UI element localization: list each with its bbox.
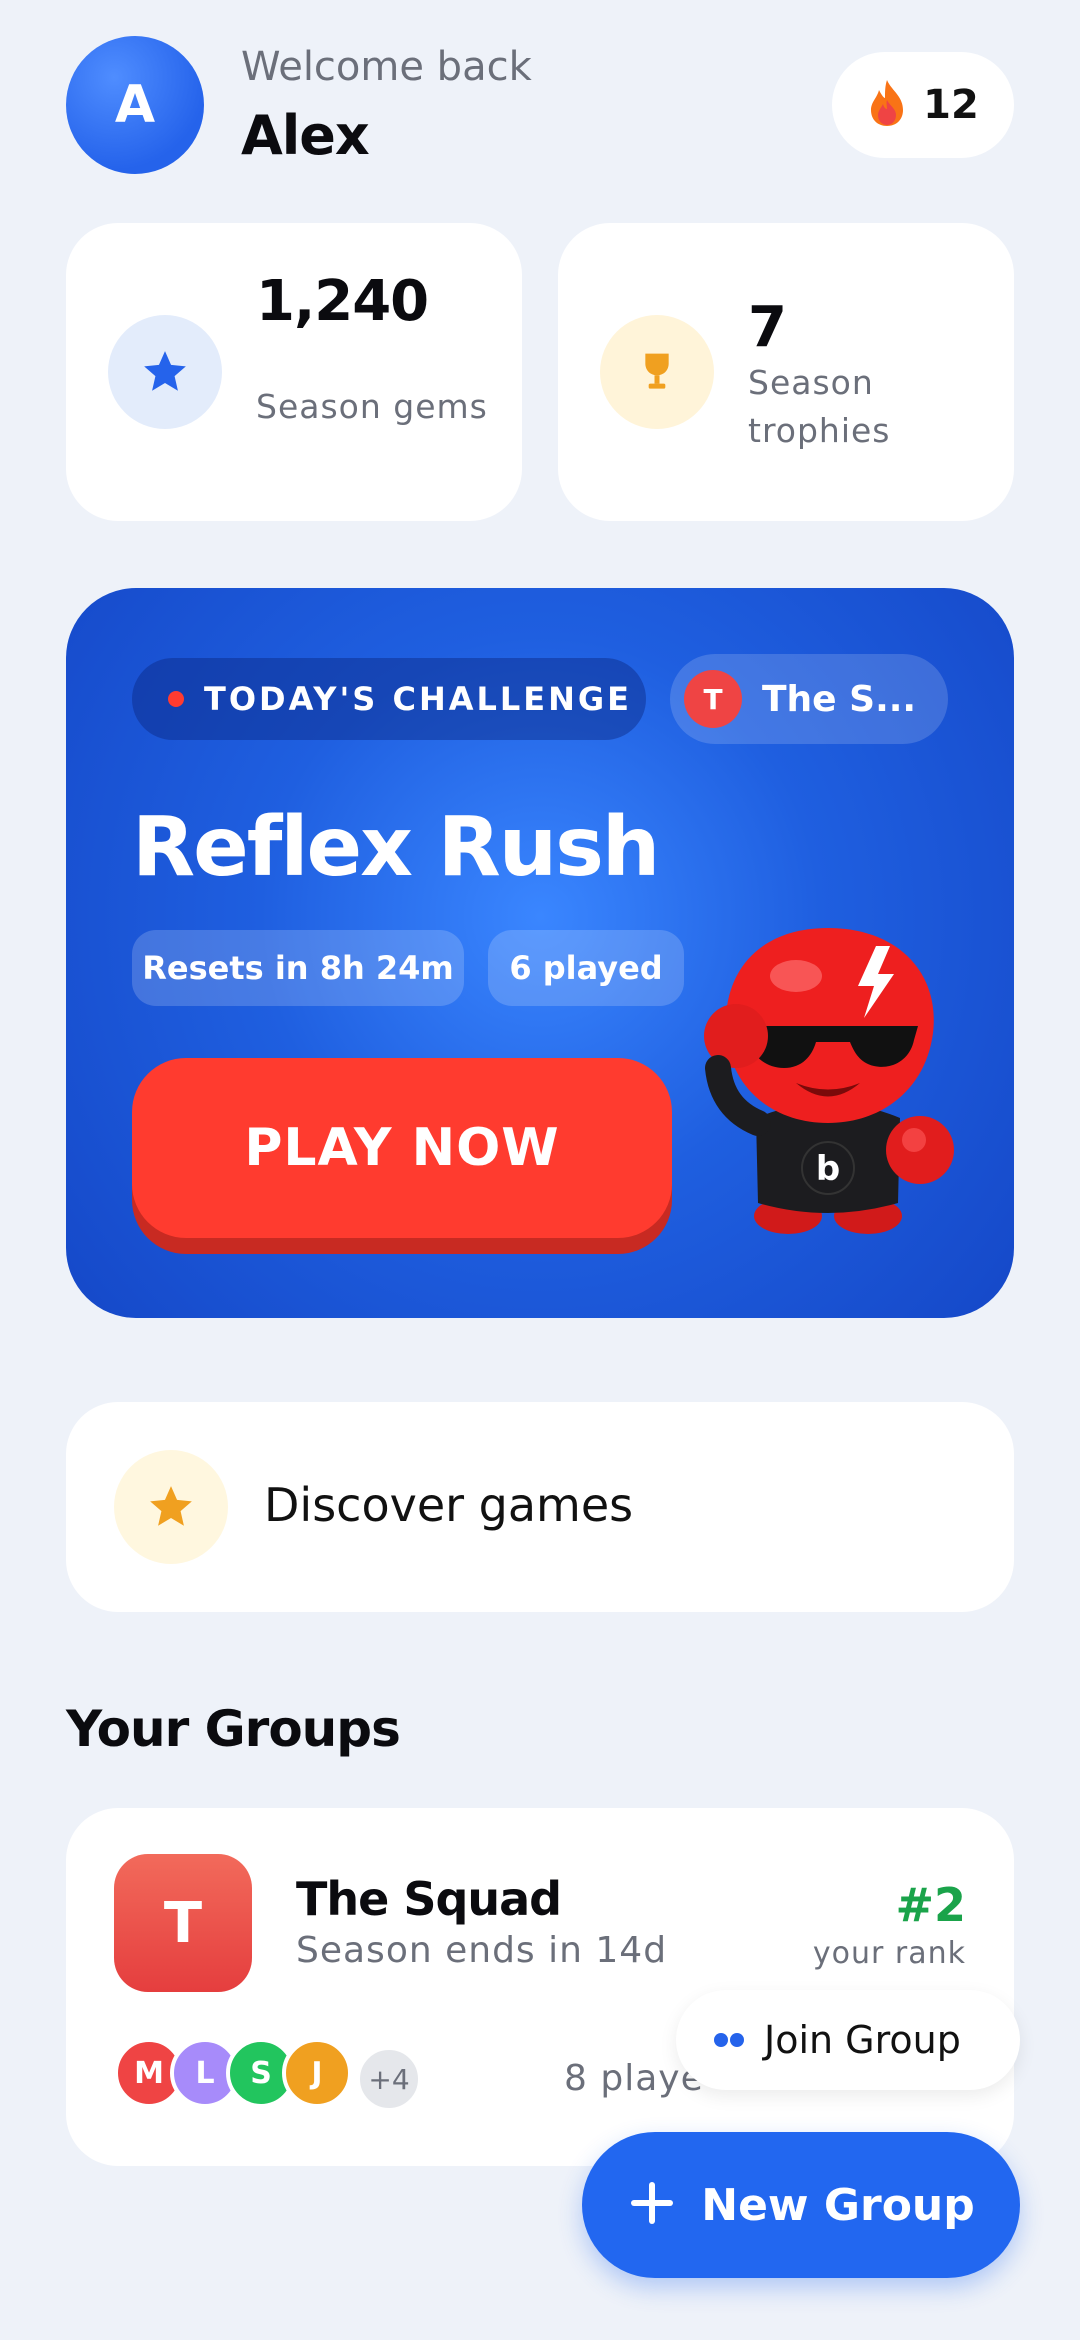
- section-title-your-groups: Your Groups: [66, 1700, 401, 1758]
- new-group-button[interactable]: New Group: [582, 2132, 1020, 2278]
- user-avatar[interactable]: A: [66, 36, 204, 174]
- season-gems-card[interactable]: 1,240 Season gems: [66, 223, 522, 521]
- svg-text:b: b: [816, 1149, 840, 1189]
- group-rank-label: your rank: [812, 1936, 966, 1971]
- game-title: Reflex Rush: [132, 800, 660, 895]
- gems-label: Season gems: [256, 387, 488, 426]
- discover-games-label: Discover games: [264, 1478, 634, 1532]
- join-group-label: Join Group: [764, 2018, 961, 2062]
- new-group-label: New Group: [701, 2179, 975, 2231]
- play-now-button[interactable]: PLAY NOW: [132, 1058, 672, 1238]
- star-icon: [114, 1450, 228, 1564]
- member-overflow-count: +4: [356, 2046, 422, 2112]
- streak-badge[interactable]: 12: [832, 52, 1014, 158]
- played-count-chip: 6 played: [488, 930, 684, 1006]
- member-avatar: J: [282, 2038, 352, 2108]
- challenge-badge: TODAY'S CHALLENGE: [132, 658, 646, 740]
- group-card-the-squad[interactable]: T The Squad Season ends in 14d #2 your r…: [66, 1808, 1014, 2166]
- welcome-text: Welcome back: [241, 44, 532, 90]
- group-mini-avatar: T: [684, 670, 742, 728]
- avatar-initial: A: [114, 75, 156, 135]
- challenge-group-pill[interactable]: T The S...: [670, 654, 948, 744]
- gems-value: 1,240: [256, 269, 429, 334]
- season-trophies-card[interactable]: 7 Season trophies: [558, 223, 1014, 521]
- username: Alex: [241, 104, 370, 167]
- trophy-icon: [600, 315, 714, 429]
- trophies-value: 7: [748, 295, 787, 360]
- challenge-group-name: The S...: [762, 678, 917, 720]
- group-avatar: T: [114, 1854, 252, 1992]
- plus-icon: [627, 2178, 677, 2232]
- reset-timer-chip: Resets in 8h 24m: [132, 930, 464, 1006]
- star-icon: [108, 315, 222, 429]
- challenge-badge-label: TODAY'S CHALLENGE: [204, 680, 633, 718]
- group-rank: #2: [895, 1878, 966, 1932]
- group-name: The Squad: [296, 1872, 562, 1926]
- live-dot-icon: [168, 691, 184, 707]
- mascot-illustration: b: [678, 918, 978, 1238]
- todays-challenge-card[interactable]: TODAY'S CHALLENGE T The S... Reflex Rush…: [66, 588, 1014, 1318]
- join-group-icon: [714, 2033, 744, 2047]
- join-group-button[interactable]: Join Group: [676, 1990, 1020, 2090]
- flame-icon: [867, 78, 907, 132]
- trophies-label: Season trophies: [748, 363, 891, 450]
- group-season-status: Season ends in 14d: [296, 1930, 668, 1971]
- streak-count: 12: [923, 82, 979, 128]
- discover-games-card[interactable]: Discover games: [66, 1402, 1014, 1612]
